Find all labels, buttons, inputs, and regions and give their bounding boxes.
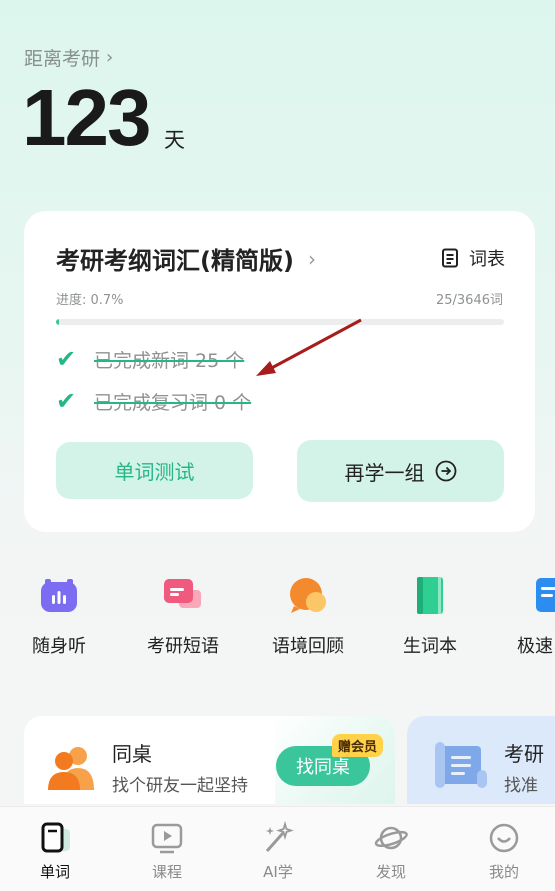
shortcut-label: 生词本: [403, 636, 457, 657]
nav-tab-words[interactable]: 单词: [15, 821, 95, 882]
magic-wand-icon: [261, 820, 295, 855]
shortcut-label: 语境回顾: [272, 636, 344, 657]
checkmark-icon: ✔: [56, 387, 77, 415]
nav-tab-courses[interactable]: 课程: [127, 821, 207, 882]
deskmate-card[interactable]: 同桌 找个研友一起坚持 找同桌 赠会员: [24, 716, 395, 804]
study-again-button[interactable]: 再学一组: [297, 440, 504, 502]
task-text: 已完成复习词 0 个: [94, 391, 252, 414]
nav-tab-discover[interactable]: 发现: [351, 821, 431, 882]
shortcut-listen[interactable]: 随身听: [4, 576, 114, 658]
phone-book-icon: [38, 821, 72, 855]
book-title-link[interactable]: 考研考纲词汇(精简版) ›: [56, 241, 316, 276]
book-title: 考研考纲词汇(精简版): [56, 247, 294, 275]
list-document-icon: [442, 248, 458, 268]
chevron-right-icon: ›: [106, 47, 114, 68]
wordlist-button[interactable]: 词表: [441, 245, 505, 271]
progress-count: 25/3646词: [435, 293, 503, 308]
word-test-button[interactable]: 单词测试: [56, 442, 253, 499]
exam-promo-subtitle: 找准: [504, 776, 538, 796]
nav-label: 我的: [488, 863, 519, 881]
vip-gift-badge: 赠会员: [332, 734, 384, 757]
shortcut-phrases[interactable]: 考研短语: [128, 576, 238, 658]
countdown-label: 距离考研: [24, 48, 101, 70]
play-screen-icon: [150, 821, 184, 855]
task-text: 已完成新词 25 个: [94, 349, 245, 372]
nav-label: 课程: [151, 863, 182, 881]
shortcut-notebook[interactable]: 生词本: [375, 576, 485, 658]
headset-icon: [39, 576, 79, 616]
countdown-header[interactable]: 距离考研 ›: [24, 44, 113, 71]
notebook-icon: [410, 576, 450, 616]
chat-bubble-icon: [288, 576, 328, 616]
exam-promo-card[interactable]: 考研 找准: [407, 716, 555, 804]
shortcut-label: 极速: [517, 636, 553, 657]
shortcut-label: 随身听: [32, 636, 86, 657]
deskmate-people-icon: [48, 747, 94, 790]
vocab-book-card: 考研考纲词汇(精简版) › 词表 进度: 0.7% 25/3646词 ✔ 已完成…: [24, 211, 535, 532]
task-new-words: ✔ 已完成新词 25 个: [56, 345, 244, 373]
chevron-right-icon: ›: [307, 246, 316, 271]
nav-label: AI学: [263, 863, 293, 881]
wordlist-label: 词表: [469, 249, 505, 270]
document-icon: [530, 576, 555, 616]
chat-bubbles-icon: [163, 576, 203, 616]
planet-icon: [374, 821, 408, 855]
scroll-icon: [435, 742, 487, 788]
countdown-unit: 天: [164, 128, 185, 152]
nav-label: 单词: [39, 863, 70, 881]
smile-icon: [487, 821, 521, 855]
bottom-nav: 单词 课程 AI学 发现 我的: [0, 806, 555, 891]
nav-tab-profile[interactable]: 我的: [464, 821, 544, 882]
study-again-label: 再学一组: [344, 460, 425, 485]
progress-bar: [56, 319, 504, 325]
arrow-circle-right-icon: [435, 460, 456, 482]
nav-label: 发现: [375, 863, 406, 881]
countdown-days: 123: [22, 73, 151, 162]
shortcut-context-review[interactable]: 语境回顾: [253, 576, 363, 658]
progress-bar-fill: [56, 319, 60, 325]
nav-tab-ai-learn[interactable]: AI学: [238, 820, 318, 882]
shortcut-speed[interactable]: 极速: [495, 576, 555, 658]
exam-promo-title: 考研: [504, 742, 544, 766]
deskmate-subtitle: 找个研友一起坚持: [112, 776, 248, 796]
word-test-label: 单词测试: [114, 460, 195, 484]
deskmate-title: 同桌: [112, 742, 152, 766]
checkmark-icon: ✔: [56, 345, 77, 373]
task-review-words: ✔ 已完成复习词 0 个: [56, 387, 251, 415]
progress-percent: 进度: 0.7%: [56, 293, 124, 308]
shortcut-label: 考研短语: [147, 636, 219, 657]
